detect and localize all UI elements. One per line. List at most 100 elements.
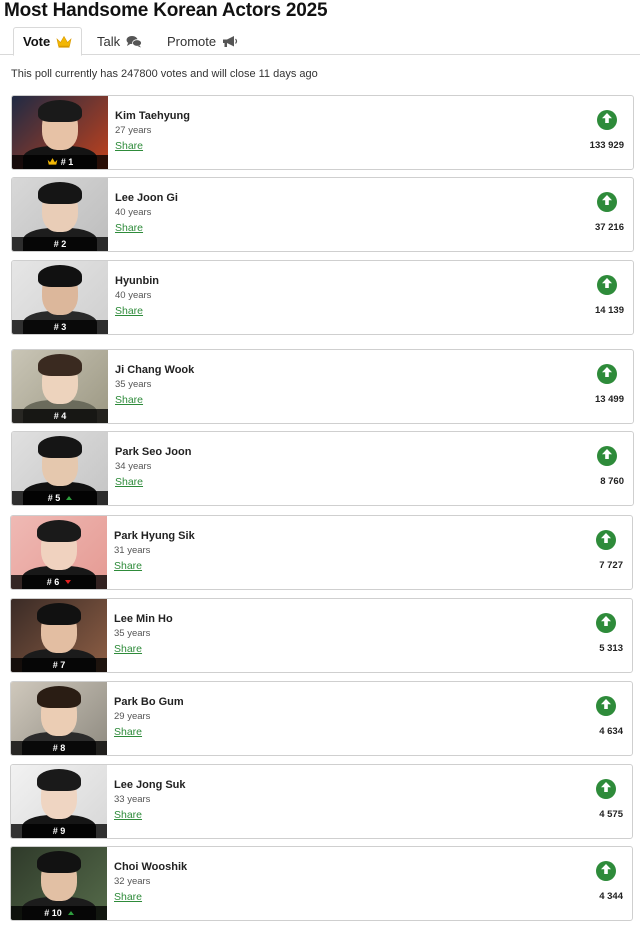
candidate-age: 35 years [115,379,152,390]
candidate-age: 35 years [114,628,151,639]
rank-badge: # 8 [11,741,107,755]
candidate-name: Lee Jong Suk [114,779,186,791]
upvote-button[interactable] [597,446,617,466]
rank-badge: # 9 [11,824,107,838]
share-link[interactable]: Share [115,222,143,234]
candidate-photo: # 5 [12,432,108,505]
share-link[interactable]: Share [114,643,142,655]
vote-count: 37 216 [594,222,624,233]
vote-count: 133 929 [589,140,624,151]
upvote-button[interactable] [596,861,616,881]
vote-count: 13 499 [594,394,624,405]
candidate-name: Lee Joon Gi [115,192,178,204]
share-link[interactable]: Share [114,891,142,903]
vote-count: 7 727 [599,560,623,571]
tab-promote[interactable]: Promote [167,27,238,55]
candidate-name: Choi Wooshik [114,861,188,873]
rank-badge: # 2 [12,237,108,251]
share-link[interactable]: Share [114,726,142,738]
candidate-card: # 4 Ji Chang Wook 35 years Share 13 499 [11,349,634,424]
share-link[interactable]: Share [114,560,142,572]
arrow-up-icon [600,780,612,798]
candidate-card: # 1 Kim Taehyung 27 years Share 133 929 [11,95,634,170]
page-title: Most Handsome Korean Actors 2025 [4,0,328,21]
vote-count: 8 760 [600,476,624,487]
candidate-card: # 8 Park Bo Gum 29 years Share 4 634 [10,681,633,756]
candidate-name: Park Hyung Sik [114,530,195,542]
candidate-photo: # 10 [11,847,107,920]
candidate-age: 29 years [114,711,151,722]
share-link[interactable]: Share [114,809,142,821]
candidate-age: 27 years [115,125,152,136]
upvote-button[interactable] [597,192,617,212]
crown-icon [47,157,58,168]
candidate-age: 34 years [115,461,152,472]
poll-status-text: This poll currently has 247800 votes and… [11,68,318,80]
tab-promote-label: Promote [167,33,217,49]
rank-label: # 1 [60,157,74,167]
rank-label: # 3 [53,322,67,332]
candidate-card: # 10 Choi Wooshik 32 years Share 4 344 [10,846,633,921]
tab-talk[interactable]: Talk [97,27,143,55]
share-link[interactable]: Share [115,476,143,488]
upvote-button[interactable] [597,275,617,295]
arrow-up-icon [600,862,612,880]
rank-label: # 10 [44,908,62,918]
rank-label: # 8 [52,743,66,753]
candidate-name: Hyunbin [115,275,159,287]
candidate-name: Ji Chang Wook [115,364,195,376]
candidate-photo: # 7 [11,599,107,672]
share-link[interactable]: Share [115,305,143,317]
rank-badge: # 10 [11,906,107,920]
candidate-age: 40 years [115,207,152,218]
arrow-up-icon [600,614,612,632]
rank-badge: # 1 [12,155,108,169]
candidate-photo: # 1 [12,96,108,169]
candidate-card: # 7 Lee Min Ho 35 years Share 5 313 [10,598,633,673]
upvote-button[interactable] [597,110,617,130]
crown-icon [56,35,72,48]
rank-label: # 4 [53,411,67,421]
megaphone-icon [222,35,238,48]
candidate-card: # 3 Hyunbin 40 years Share 14 139 [11,260,634,335]
arrow-up-icon [601,193,613,211]
rank-badge: # 6 [11,575,107,589]
vote-count: 4 344 [599,891,623,902]
tab-talk-label: Talk [97,33,121,49]
rank-badge: # 5 [12,491,108,505]
share-link[interactable]: Share [115,394,143,406]
upvote-button[interactable] [596,530,616,550]
candidate-card: # 9 Lee Jong Suk 33 years Share 4 575 [10,764,633,839]
arrow-up-icon [601,365,613,383]
vote-count: 5 313 [599,643,623,654]
arrow-up-icon [601,111,613,129]
trend-down-icon [65,580,72,584]
tab-vote-label: Vote [23,34,51,49]
rank-badge: # 7 [11,658,107,672]
candidate-age: 40 years [115,290,152,301]
candidate-card: # 6 Park Hyung Sik 31 years Share 7 727 [10,515,633,590]
candidate-card: # 2 Lee Joon Gi 40 years Share 37 216 [11,177,634,252]
vote-count: 4 634 [599,726,623,737]
trend-up-icon [67,911,74,915]
rank-label: # 5 [47,493,61,503]
upvote-button[interactable] [596,779,616,799]
tab-vote[interactable]: Vote [13,27,83,56]
rank-label: # 2 [53,239,67,249]
candidate-name: Park Bo Gum [114,696,184,708]
rank-label: # 7 [52,660,66,670]
share-link[interactable]: Share [115,140,143,152]
candidate-name: Park Seo Joon [115,446,192,458]
upvote-button[interactable] [596,696,616,716]
arrow-up-icon [600,697,612,715]
chat-bubbles-icon [126,35,143,48]
rank-badge: # 4 [12,409,108,423]
candidate-photo: # 9 [11,765,107,838]
candidate-card: # 5 Park Seo Joon 34 years Share 8 760 [11,431,634,506]
upvote-button[interactable] [597,364,617,384]
upvote-button[interactable] [596,613,616,633]
candidate-photo: # 3 [12,261,108,334]
arrow-up-icon [601,447,613,465]
candidate-photo: # 8 [11,682,107,755]
candidate-name: Kim Taehyung [115,110,190,122]
